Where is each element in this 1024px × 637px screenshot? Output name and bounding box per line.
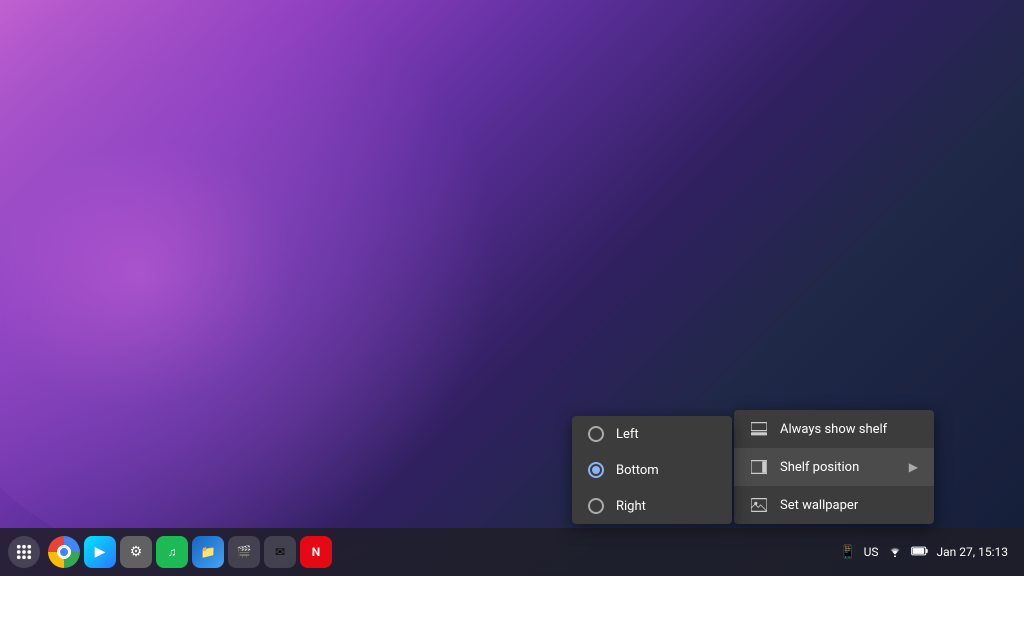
set-wallpaper-label: Set wallpaper [780, 498, 918, 513]
taskbar-apps: ▶ ⚙ ♫ 📁 🎬 ✉ N [48, 536, 332, 568]
always-show-shelf-label: Always show shelf [780, 422, 918, 437]
launcher-button[interactable] [8, 536, 40, 568]
status-area[interactable]: 📱 US Jan 27, 15:13 [839, 545, 1016, 560]
app-icon-1[interactable]: 🎬 [228, 536, 260, 568]
right-radio [588, 498, 604, 514]
files-icon[interactable]: 📁 [192, 536, 224, 568]
taskbar: ▶ ⚙ ♫ 📁 🎬 ✉ N 📱 US [0, 528, 1024, 576]
settings-icon[interactable]: ⚙ [120, 536, 152, 568]
submenu-arrow-icon: ▶ [909, 460, 918, 474]
position-bottom-item[interactable]: Bottom [572, 452, 732, 488]
always-show-shelf-item[interactable]: Always show shelf [734, 410, 934, 448]
network-label: US [864, 545, 879, 559]
shelf-position-item[interactable]: Shelf position ▶ [734, 448, 934, 486]
shelf-display-icon [750, 420, 768, 438]
wallpaper-icon [750, 496, 768, 514]
spotify-icon[interactable]: ♫ [156, 536, 188, 568]
battery-icon [911, 545, 929, 560]
bottom-label: Bottom [616, 463, 659, 478]
wifi-icon [887, 545, 903, 560]
shelf-position-submenu: Left Bottom Right [572, 416, 732, 524]
chrome-app-icon[interactable] [48, 536, 80, 568]
left-radio [588, 426, 604, 442]
set-wallpaper-item[interactable]: Set wallpaper [734, 486, 934, 524]
app-icon-2[interactable]: ✉ [264, 536, 296, 568]
shelf-position-label: Shelf position [780, 460, 897, 475]
bottom-radio [588, 462, 604, 478]
play-store-icon[interactable]: ▶ [84, 536, 116, 568]
context-menu: Always show shelf Shelf position ▶ Set w… [734, 410, 934, 524]
sim-icon: 📱 [839, 545, 855, 560]
netflix-icon[interactable]: N [300, 536, 332, 568]
right-label: Right [616, 499, 646, 514]
position-left-item[interactable]: Left [572, 416, 732, 452]
left-label: Left [616, 427, 639, 442]
clock: Jan 27, 15:13 [937, 545, 1008, 559]
shelf-position-icon [750, 458, 768, 476]
position-right-item[interactable]: Right [572, 488, 732, 524]
